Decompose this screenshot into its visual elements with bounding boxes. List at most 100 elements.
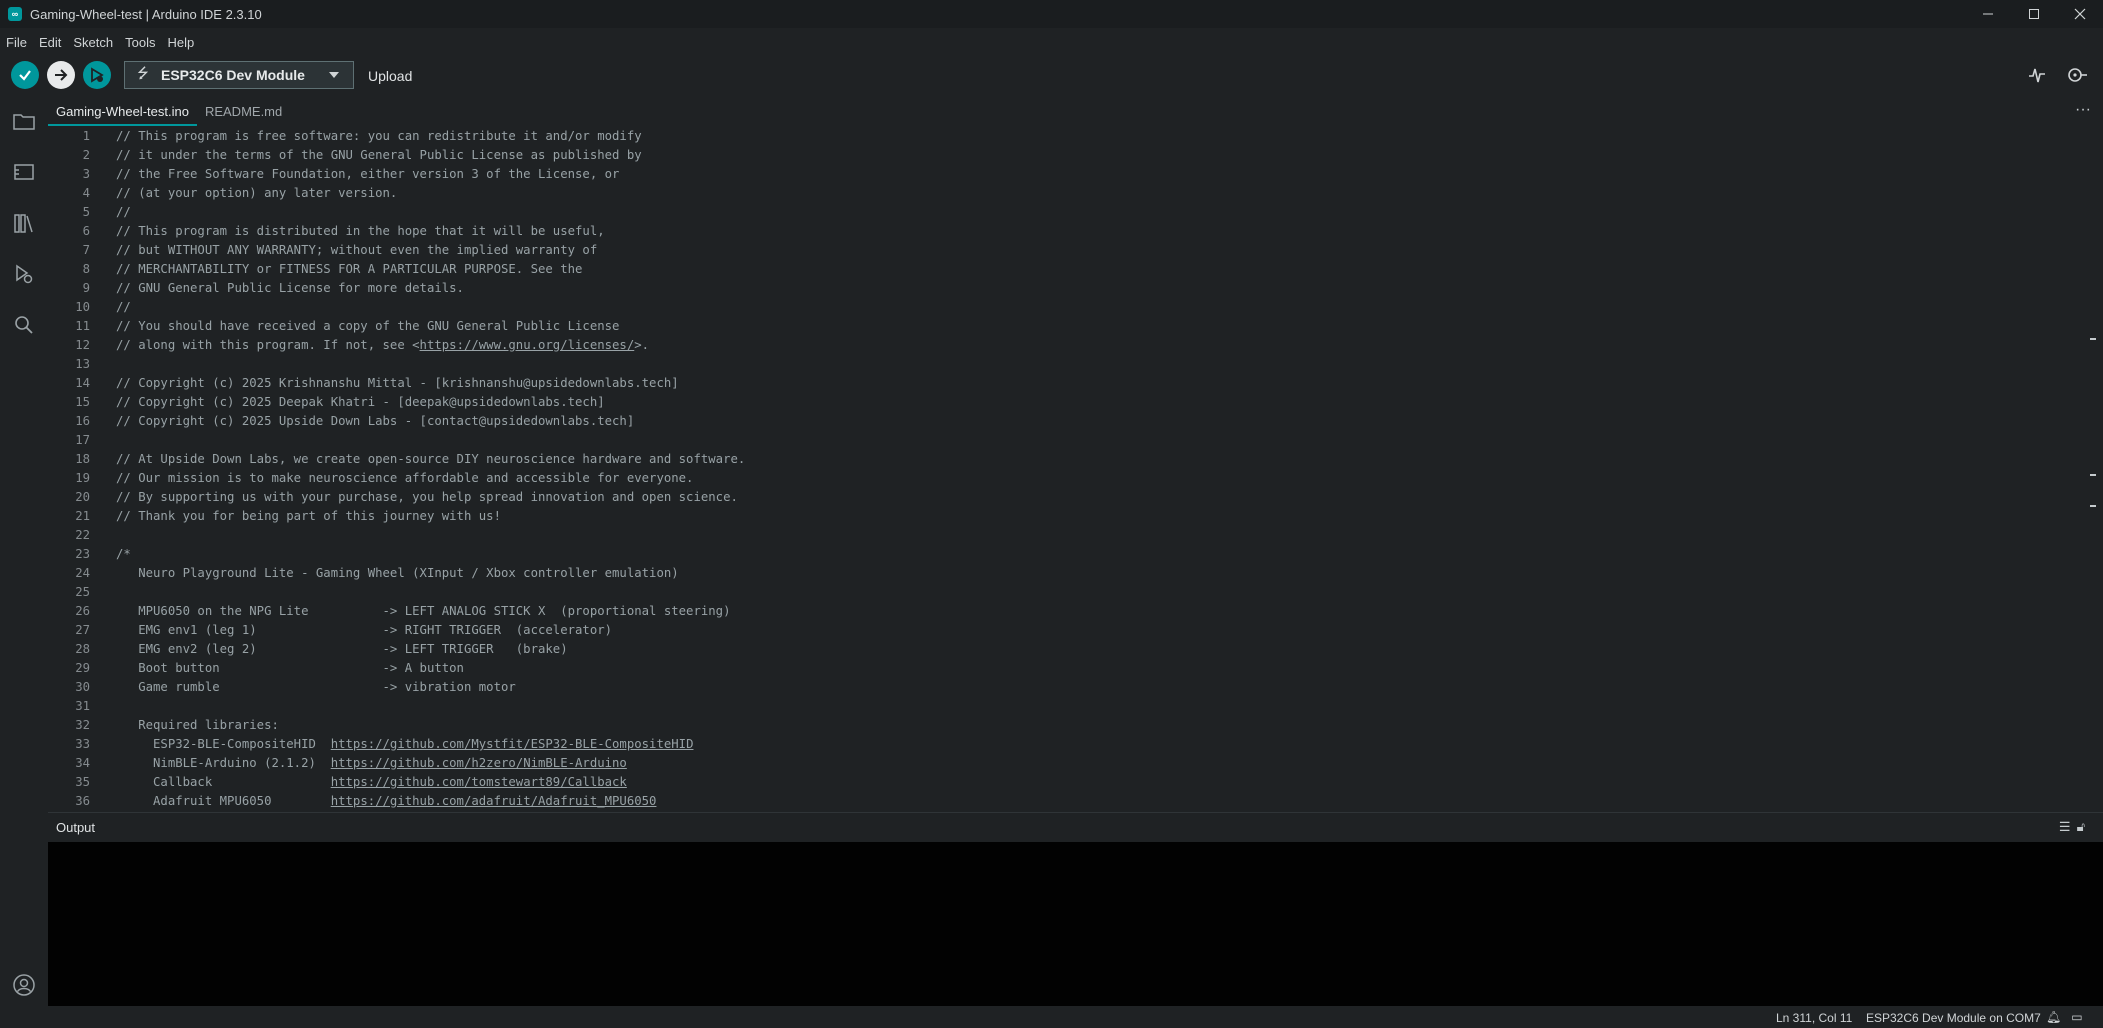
code-line[interactable]: 10 // [48, 298, 2098, 317]
code-line[interactable]: 8 // MERCHANTABILITY or FITNESS FOR A PAR… [48, 260, 2098, 279]
line-number: 6 [82, 224, 90, 238]
code-line[interactable]: 23 /* [48, 545, 2098, 564]
maximize-icon[interactable] [2011, 0, 2057, 28]
profile-icon[interactable] [11, 972, 37, 998]
debug-icon[interactable] [11, 261, 37, 287]
line-text: // (at your option) any later version. [116, 186, 398, 200]
code-line[interactable]: 6 // This program is distributed in the h… [48, 222, 2098, 241]
close-icon[interactable] [2057, 0, 2103, 28]
line-text: EMG env2 (leg 2) -> LEFT TRIGGER (brake) [116, 642, 568, 656]
menu-tools[interactable]: Tools [119, 35, 161, 50]
code-line[interactable]: 16 // Copyright (c) 2025 Upside Down Labs… [48, 412, 2098, 431]
tab-readme-md[interactable]: README.md [197, 98, 290, 126]
code-line[interactable]: 33 ESP32-BLE-CompositeHID https://github… [48, 735, 2098, 754]
code-line[interactable]: 20 // By supporting us with your purchase… [48, 488, 2098, 507]
lock-scroll-icon[interactable]: 🔓︎ [2077, 819, 2091, 834]
code-line[interactable]: 4 // (at your option) any later version. [48, 184, 2098, 203]
line-number: 14 [75, 376, 90, 390]
code-link[interactable]: https://www.gnu.org/licenses/ [420, 338, 635, 352]
menu-file[interactable]: File [0, 35, 33, 50]
code-link[interactable]: https://github.com/adafruit/Adafruit_MPU… [331, 794, 657, 808]
code-link[interactable]: https://github.com/tomstewart89/Callback [331, 775, 627, 789]
code-link[interactable]: https://github.com/Mystfit/ESP32-BLE-Com… [331, 737, 694, 751]
line-number: 17 [75, 433, 90, 447]
code-line[interactable]: 7 // but WITHOUT ANY WARRANTY; without ev… [48, 241, 2098, 260]
menu-edit[interactable]: Edit [33, 35, 67, 50]
upload-button[interactable] [47, 61, 75, 89]
boards-manager-icon[interactable] [11, 159, 37, 185]
line-content: // the Free Software Foundation, either … [116, 165, 619, 184]
tab-gaming-wheel-test-ino[interactable]: Gaming-Wheel-test.ino [48, 98, 197, 126]
serial-monitor-icon[interactable] [2066, 66, 2088, 89]
code-line[interactable]: 28 EMG env2 (leg 2) -> LEFT TRIGGER (bra… [48, 640, 2098, 659]
board-selector[interactable]: ⭍ ESP32C6 Dev Module [124, 61, 354, 89]
code-line[interactable]: 1 // This program is free software: you c… [48, 127, 2098, 146]
upload-icon [55, 69, 68, 81]
code-editor[interactable]: 1 // This program is free software: you c… [48, 127, 2098, 810]
notifications-icon[interactable]: 🔔︎ [2046, 1010, 2071, 1024]
line-content: // but WITHOUT ANY WARRANTY; without eve… [116, 241, 597, 260]
code-line[interactable]: 12 // along with this program. If not, se… [48, 336, 2098, 355]
line-number: 12 [75, 338, 90, 352]
line-number: 23 [75, 547, 90, 561]
line-number: 22 [75, 528, 90, 542]
code-line[interactable]: 19 // Our mission is to make neuroscience… [48, 469, 2098, 488]
code-line[interactable]: 9 // GNU General Public License for more … [48, 279, 2098, 298]
line-text: // This program is distributed in the ho… [116, 224, 605, 238]
code-line[interactable]: 3 // the Free Software Foundation, either… [48, 165, 2098, 184]
code-line[interactable]: 14 // Copyright (c) 2025 Krishnanshu Mitt… [48, 374, 2098, 393]
clear-output-icon[interactable]: ☰ [2059, 819, 2077, 834]
code-line[interactable]: 25 [48, 583, 2098, 602]
code-line[interactable]: 29 Boot button -> A button [48, 659, 2098, 678]
code-line[interactable]: 17 [48, 431, 2098, 450]
line-content: // This program is distributed in the ho… [116, 222, 605, 241]
debug-button[interactable] [83, 61, 111, 89]
minimize-icon[interactable] [1965, 0, 2011, 28]
menu-help[interactable]: Help [161, 35, 200, 50]
code-line[interactable]: 34 NimBLE-Arduino (2.1.2) https://github… [48, 754, 2098, 773]
code-line[interactable]: 22 [48, 526, 2098, 545]
more-actions-icon[interactable]: ··· [2075, 98, 2091, 122]
verify-button[interactable] [11, 61, 39, 89]
code-line[interactable]: 27 EMG env1 (leg 1) -> RIGHT TRIGGER (ac… [48, 621, 2098, 640]
code-line[interactable]: 21 // Thank you for being part of this jo… [48, 507, 2098, 526]
code-line[interactable]: 11 // You should have received a copy of … [48, 317, 2098, 336]
code-line[interactable]: 36 Adafruit MPU6050 https://github.com/a… [48, 792, 2098, 810]
line-number: 29 [75, 661, 90, 675]
output-console[interactable] [48, 842, 2103, 1006]
library-manager-icon[interactable] [11, 210, 37, 236]
code-line[interactable]: 35 Callback https://github.com/tomstewar… [48, 773, 2098, 792]
code-line[interactable]: 26 MPU6050 on the NPG Lite -> LEFT ANALO… [48, 602, 2098, 621]
code-line[interactable]: 31 [48, 697, 2098, 716]
code-line[interactable]: 15 // Copyright (c) 2025 Deepak Khatri - … [48, 393, 2098, 412]
toolbar: ⭍ ESP32C6 Dev Module Upload [0, 58, 2103, 94]
cursor-position[interactable]: Ln 311, Col 11 [1776, 1011, 1852, 1025]
line-number: 2 [82, 148, 90, 162]
line-number: 5 [82, 205, 90, 219]
line-content: // [116, 203, 131, 222]
line-text: // MERCHANTABILITY or FITNESS FOR A PART… [116, 262, 583, 276]
code-line[interactable]: 13 [48, 355, 2098, 374]
code-line[interactable]: 24 Neuro Playground Lite - Gaming Wheel … [48, 564, 2098, 583]
code-line[interactable]: 32 Required libraries: [48, 716, 2098, 735]
code-line[interactable]: 5 // [48, 203, 2098, 222]
search-icon[interactable] [11, 312, 37, 338]
line-text-after: >. [634, 338, 650, 352]
toggle-panel-icon[interactable]: ▭ [2071, 1010, 2092, 1024]
menu-sketch[interactable]: Sketch [67, 35, 119, 50]
board-status[interactable]: ESP32C6 Dev Module on COM7 [1866, 1011, 2041, 1025]
code-line[interactable]: 2 // it under the terms of the GNU Genera… [48, 146, 2098, 165]
line-text: // [116, 205, 131, 219]
serial-plotter-icon[interactable] [2028, 66, 2046, 89]
line-text: // [116, 300, 131, 314]
line-text: // the Free Software Foundation, either … [116, 167, 620, 181]
menu-bar: File Edit Sketch Tools Help [0, 30, 200, 54]
folder-icon[interactable] [11, 108, 37, 134]
code-line[interactable]: 30 Game rumble -> vibration motor [48, 678, 2098, 697]
line-number: 27 [75, 623, 90, 637]
code-link[interactable]: https://github.com/h2zero/NimBLE-Arduino [331, 756, 627, 770]
line-text: Required libraries: [116, 718, 279, 732]
line-number: 36 [75, 794, 90, 808]
code-line[interactable]: 18 // At Upside Down Labs, we create open… [48, 450, 2098, 469]
line-number: 8 [82, 262, 90, 276]
